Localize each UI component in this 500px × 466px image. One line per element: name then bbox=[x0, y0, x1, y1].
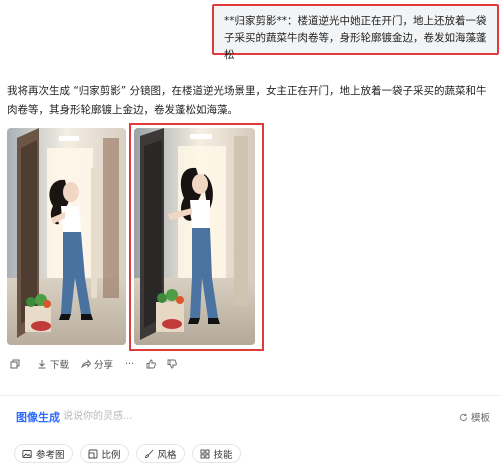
message-action-bar: 下载 分享 ··· bbox=[10, 357, 194, 371]
template-label: 模板 bbox=[470, 413, 490, 424]
share-label: 分享 bbox=[94, 360, 114, 371]
chip-reference-image[interactable]: 参考图 bbox=[14, 444, 73, 463]
brush-icon bbox=[144, 449, 153, 458]
ratio-icon bbox=[88, 449, 97, 458]
mode-label-image-generation[interactable]: 图像生成 bbox=[16, 409, 60, 425]
chip-ratio[interactable]: 比例 bbox=[79, 444, 129, 463]
composer: 图像生成 模板 参考图 比例 风格 bbox=[0, 395, 500, 466]
user-message-bubble: **归家剪影**：楼道逆光中她正在开门，地上还放着一袋子采买的蔬菜牛肉卷等，身形… bbox=[212, 4, 499, 61]
template-button[interactable]: 模板 bbox=[459, 410, 490, 424]
copy-icon bbox=[10, 359, 20, 369]
user-message-text: **归家剪影**：楼道逆光中她正在开门，地上还放着一袋子采买的蔬菜牛肉卷等，身形… bbox=[224, 15, 487, 61]
generated-image-1-illustration bbox=[7, 128, 126, 345]
dislike-button[interactable] bbox=[167, 359, 180, 369]
thumbs-up-icon bbox=[146, 359, 156, 369]
download-button[interactable]: 下载 bbox=[37, 357, 69, 371]
chip-style-label: 风格 bbox=[157, 449, 177, 461]
refresh-icon bbox=[459, 413, 468, 421]
chip-reference-image-label: 参考图 bbox=[36, 449, 65, 461]
share-button[interactable]: 分享 bbox=[81, 357, 113, 371]
download-label: 下载 bbox=[50, 360, 70, 371]
prompt-input[interactable] bbox=[63, 407, 443, 425]
more-label: ··· bbox=[125, 358, 135, 370]
chip-style[interactable]: 风格 bbox=[135, 444, 185, 463]
thumbs-down-icon bbox=[167, 359, 177, 369]
generated-image-2-illustration bbox=[134, 128, 255, 345]
download-icon bbox=[38, 360, 46, 369]
generated-image-1[interactable] bbox=[7, 128, 126, 345]
generated-image-2[interactable] bbox=[134, 128, 255, 345]
share-icon bbox=[81, 359, 92, 369]
chip-skills-label: 技能 bbox=[213, 449, 233, 461]
grid-icon bbox=[200, 449, 209, 458]
composer-chips: 参考图 比例 风格 技能 bbox=[14, 444, 248, 463]
assistant-reply: 我将再次生成 “归家剪影” 分镜图，在楼道逆光场景里，女主正在开门，地上放着一袋… bbox=[7, 82, 495, 120]
assistant-reply-text: 我将再次生成 “归家剪影” 分镜图，在楼道逆光场景里，女主正在开门，地上放着一袋… bbox=[7, 85, 487, 116]
chip-skills[interactable]: 技能 bbox=[191, 444, 241, 463]
image-icon bbox=[22, 449, 32, 458]
chip-ratio-label: 比例 bbox=[101, 449, 121, 461]
copy-button[interactable] bbox=[10, 359, 23, 369]
more-button[interactable]: ··· bbox=[125, 359, 134, 370]
like-button[interactable] bbox=[146, 359, 159, 369]
